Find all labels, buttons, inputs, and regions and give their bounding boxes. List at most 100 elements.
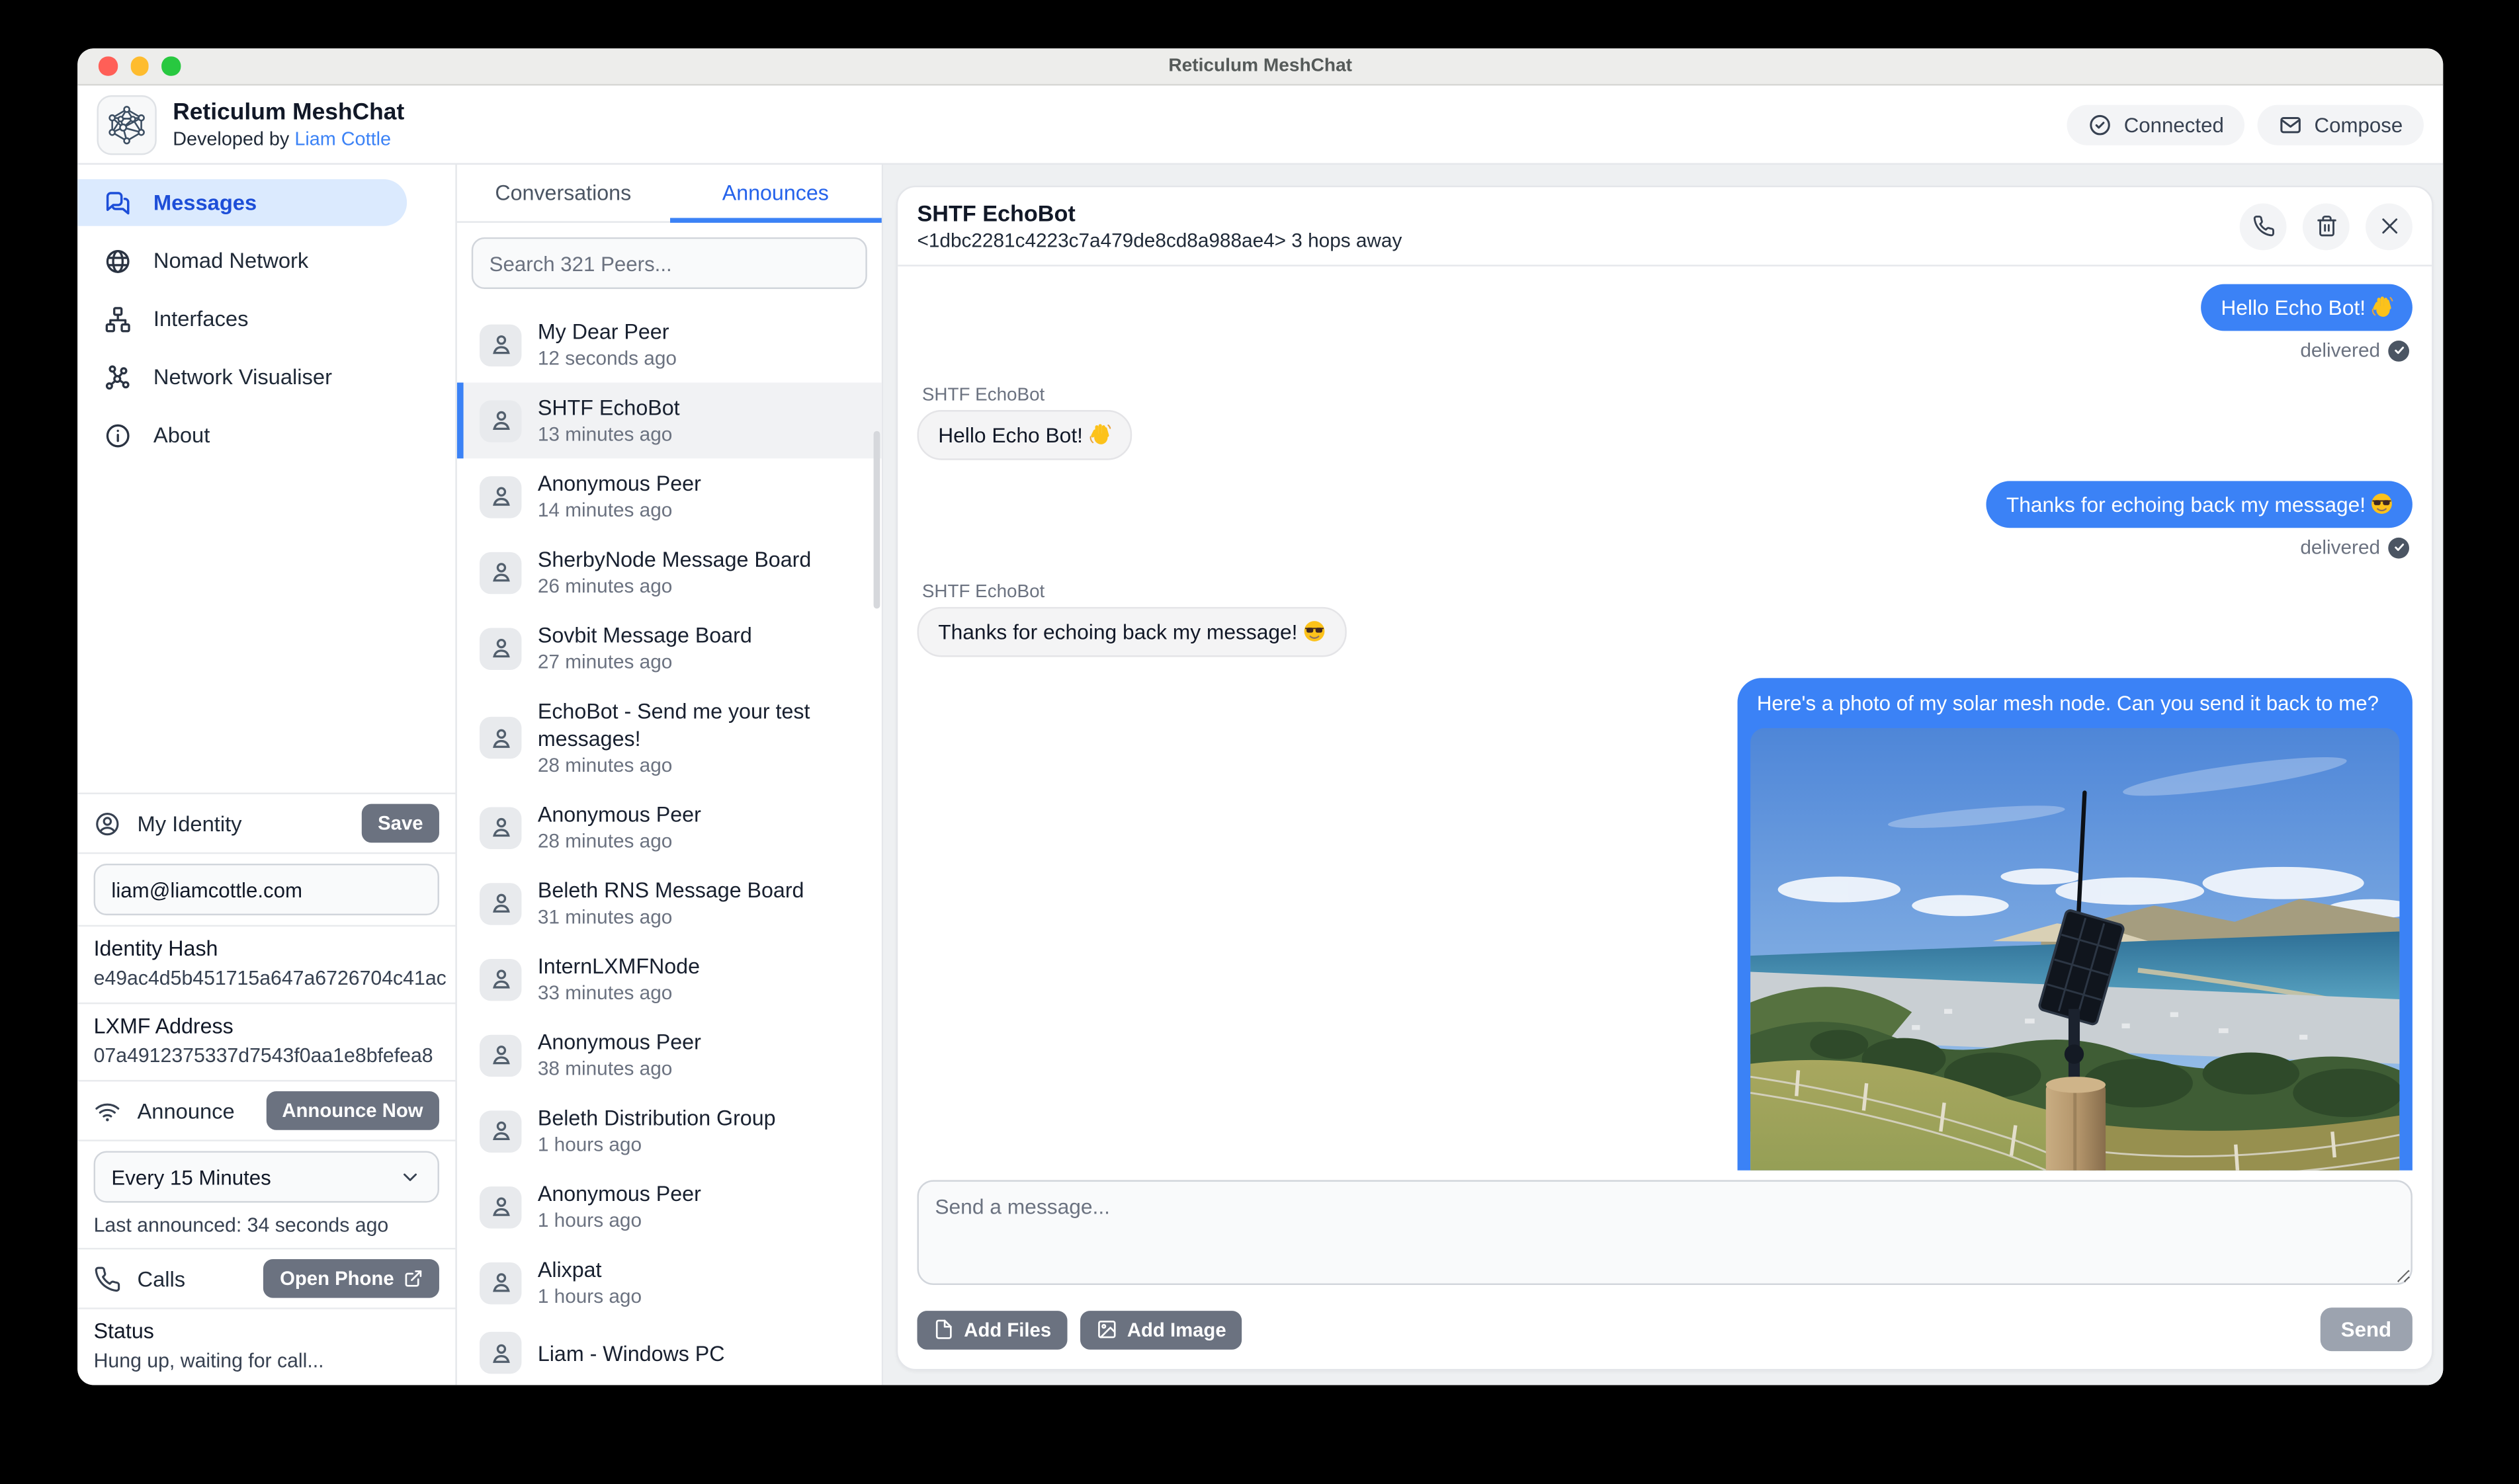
add-image-button[interactable]: Add Image	[1080, 1310, 1242, 1349]
peer-avatar	[480, 717, 521, 759]
peer-list-scrollbar[interactable]	[874, 431, 880, 609]
peers-tabs: Conversations Announces	[457, 165, 882, 223]
sender-label: SHTF EchoBot	[922, 386, 2412, 405]
globe-icon	[103, 246, 132, 275]
nav-item-label: About	[153, 423, 210, 448]
screen: Reticulum MeshChat	[0, 0, 2519, 1484]
hierarchy-icon	[103, 304, 132, 333]
peer-avatar	[480, 806, 521, 848]
peer-name: SHTF EchoBot	[538, 394, 680, 421]
zoom-window-button[interactable]	[161, 57, 180, 75]
message-text: Hello Echo Bot!	[2221, 296, 2393, 320]
delete-conversation-button[interactable]	[2303, 202, 2350, 249]
photo-image[interactable]	[1750, 728, 2399, 1171]
peer-list-item[interactable]: InternLXMFNode 33 minutes ago	[457, 941, 882, 1017]
peer-list-item[interactable]: SHTF EchoBot 13 minutes ago	[457, 383, 882, 459]
app-title: Reticulum MeshChat	[173, 99, 404, 128]
peer-list-item[interactable]: Sovbit Message Board 27 minutes ago	[457, 610, 882, 686]
call-peer-button[interactable]	[2240, 202, 2287, 249]
close-window-button[interactable]	[99, 57, 117, 75]
send-button[interactable]: Send	[2320, 1307, 2412, 1351]
app-logo	[97, 95, 156, 154]
delivery-status-row: delivered	[918, 339, 2410, 362]
app-window: Reticulum MeshChat	[77, 48, 2443, 1385]
peer-time: 28 minutes ago	[538, 753, 866, 778]
identity-section-header: My Identity Save	[77, 794, 455, 852]
peer-avatar	[480, 399, 521, 441]
peer-list-item[interactable]: Anonymous Peer 1 hours ago	[457, 1169, 882, 1245]
peer-time: 14 minutes ago	[538, 497, 701, 523]
close-conversation-button[interactable]	[2366, 202, 2412, 249]
peer-list-item[interactable]: EchoBot - Send me your test messages! 28…	[457, 686, 882, 789]
delivered-check-icon	[2388, 340, 2409, 361]
sunglasses-emoji	[2370, 493, 2393, 515]
sidebar-item-messages[interactable]: Messages	[77, 179, 407, 226]
sidebar-item-about[interactable]: About	[77, 411, 407, 458]
peer-list-item[interactable]: Alixpat 1 hours ago	[457, 1245, 882, 1321]
announce-section-label: Announce	[137, 1098, 249, 1123]
peer-list-item[interactable]: Anonymous Peer 14 minutes ago	[457, 458, 882, 534]
sidebar-item-nomad-network[interactable]: Nomad Network	[77, 237, 407, 284]
person-icon	[487, 1041, 514, 1068]
user-circle-icon	[94, 809, 121, 837]
peer-list-item[interactable]: My Dear Peer 12 seconds ago	[457, 307, 882, 383]
announce-now-button[interactable]: Announce Now	[266, 1091, 439, 1130]
peer-list-item[interactable]: Beleth Distribution Group 1 hours ago	[457, 1093, 882, 1169]
lxmf-address-block: LXMF Address 07a4912375337d7543f0aa1e8bf…	[77, 1004, 455, 1080]
last-announced-text: Last announced: 34 seconds ago	[77, 1212, 455, 1248]
peer-name: Anonymous Peer	[538, 1028, 701, 1055]
peer-list-item[interactable]: Anonymous Peer 28 minutes ago	[457, 790, 882, 866]
peer-list-item[interactable]: Liam - Windows PC	[457, 1321, 882, 1385]
phone-icon	[2252, 215, 2274, 237]
announce-interval-select[interactable]: Every 15 Minutes	[94, 1151, 439, 1202]
nav-item-label: Nomad Network	[153, 249, 308, 273]
person-icon	[487, 813, 514, 841]
peer-time: 1 hours ago	[538, 1284, 642, 1309]
peer-time: 13 minutes ago	[538, 421, 680, 447]
display-name-input[interactable]	[94, 864, 439, 915]
add-files-button[interactable]: Add Files	[918, 1310, 1068, 1349]
peer-list-item[interactable]: SherbyNode Message Board 26 minutes ago	[457, 534, 882, 610]
sidebar-item-network-visualiser[interactable]: Network Visualiser	[77, 354, 407, 401]
announce-section-header: Announce Announce Now	[77, 1081, 455, 1139]
person-icon	[487, 966, 514, 993]
peer-avatar	[480, 627, 521, 669]
peer-search-input[interactable]	[472, 237, 867, 289]
peer-time: 31 minutes ago	[538, 904, 804, 930]
person-icon	[487, 724, 514, 751]
peer-avatar	[480, 1110, 521, 1151]
message-input[interactable]	[918, 1180, 2412, 1285]
peer-time: 38 minutes ago	[538, 1055, 701, 1081]
close-icon	[2377, 215, 2400, 237]
outgoing-message: Hello Echo Bot!	[918, 284, 2412, 331]
developer-link[interactable]: Liam Cottle	[294, 128, 391, 150]
photo-message-bubble[interactable]: Here's a photo of my solar mesh node. Ca…	[1738, 678, 2412, 1171]
brand: Reticulum MeshChat Developed by Liam Cot…	[97, 95, 404, 154]
identity-hash-block: Identity Hash e49ac4d5b451715a647a672670…	[77, 927, 455, 1003]
compose-button[interactable]: Compose	[2258, 104, 2424, 144]
peer-time: 33 minutes ago	[538, 980, 700, 1006]
peer-list-item[interactable]: Anonymous Peer 38 minutes ago	[457, 1017, 882, 1093]
tab-announces[interactable]: Announces	[669, 165, 882, 223]
status-block: Status Hung up, waiting for call...	[77, 1309, 455, 1385]
peer-name: Anonymous Peer	[538, 470, 701, 497]
tab-conversations[interactable]: Conversations	[457, 165, 669, 223]
status-value: Hung up, waiting for call...	[94, 1348, 439, 1374]
connected-status-button[interactable]: Connected	[2067, 104, 2244, 144]
message-bubble[interactable]: Hello Echo Bot!	[2201, 284, 2412, 331]
calls-section-header: Calls Open Phone	[77, 1249, 455, 1307]
wifi-icon	[94, 1097, 121, 1124]
minimize-window-button[interactable]	[130, 57, 149, 75]
peer-name: Liam - Windows PC	[538, 1339, 725, 1366]
message-bubble[interactable]: Hello Echo Bot!	[918, 410, 1132, 460]
peer-name: SherbyNode Message Board	[538, 546, 811, 573]
save-button[interactable]: Save	[362, 804, 439, 843]
peer-avatar	[480, 1262, 521, 1303]
peer-list-item[interactable]: Beleth RNS Message Board 31 minutes ago	[457, 865, 882, 941]
peer-avatar	[480, 1034, 521, 1075]
message-text: Thanks for echoing back my message!	[938, 620, 1325, 644]
open-phone-button[interactable]: Open Phone	[264, 1259, 439, 1298]
message-bubble[interactable]: Thanks for echoing back my message!	[918, 607, 1346, 657]
sidebar-item-interfaces[interactable]: Interfaces	[77, 296, 407, 343]
message-bubble[interactable]: Thanks for echoing back my message!	[1987, 481, 2412, 528]
